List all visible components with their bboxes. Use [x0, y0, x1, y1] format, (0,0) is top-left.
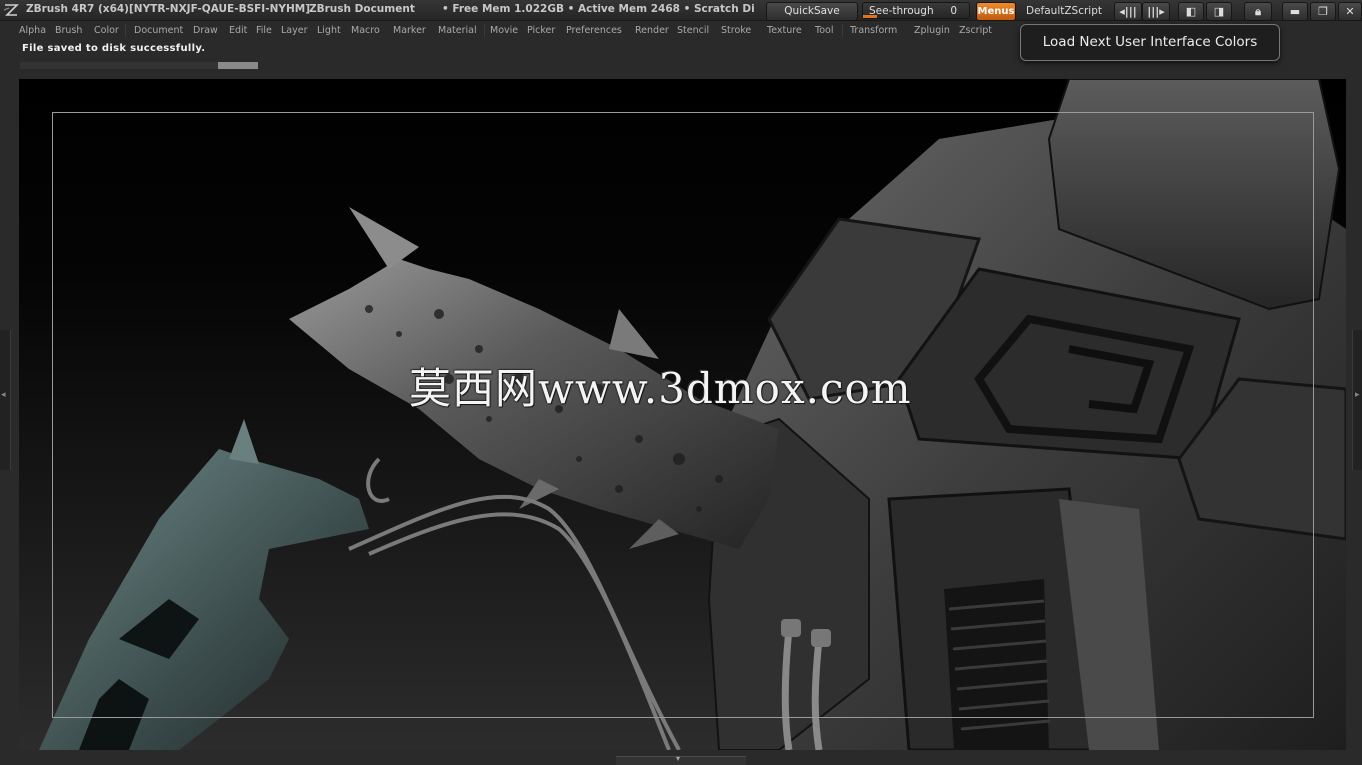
app-title: ZBrush 4R7 (x64)[NYTR-NXJF-QAUE-BSFI-NYH…: [26, 3, 310, 15]
layout-prev-icon[interactable]: ◧: [1178, 2, 1204, 21]
menu-draw[interactable]: Draw: [193, 21, 218, 39]
memory-info: • Free Mem 1.022GB • Active Mem 2468 • S…: [442, 3, 755, 15]
see-through-label: See-through: [869, 5, 934, 17]
zbrush-logo-icon: [3, 4, 19, 16]
right-tray-handle[interactable]: ▸: [1352, 330, 1362, 470]
see-through-value: 0: [950, 5, 957, 17]
default-zscript-button[interactable]: DefaultZScript: [1017, 2, 1111, 21]
menu-layer[interactable]: Layer: [281, 21, 308, 39]
lock-icon[interactable]: 🔒︎: [1244, 2, 1272, 21]
menu-edit[interactable]: Edit: [229, 21, 247, 39]
tray-arrow-left-icon: ◂: [1, 390, 6, 400]
tray-arrow-right-icon: ▸: [1355, 390, 1360, 400]
menu-brush[interactable]: Brush: [55, 21, 82, 39]
menu-preferences[interactable]: Preferences: [566, 21, 622, 39]
close-icon[interactable]: ✕: [1338, 2, 1362, 21]
menu-color[interactable]: Color: [94, 21, 119, 39]
document-title: ZBrush Document: [309, 3, 415, 15]
see-through-slider[interactable]: See-through 0: [862, 2, 970, 19]
see-through-slider-knob[interactable]: [863, 15, 877, 18]
tray-arrow-down-icon: ▾: [676, 754, 681, 763]
watermark-text: 莫西网www.3dmox.com: [409, 364, 912, 413]
menu-macro[interactable]: Macro: [351, 21, 380, 39]
menu-material[interactable]: Material: [438, 21, 477, 39]
menu-zscript[interactable]: Zscript: [959, 21, 992, 39]
menu-texture[interactable]: Texture: [767, 21, 802, 39]
menu-file[interactable]: File: [256, 21, 272, 39]
menu-tool[interactable]: Tool: [815, 21, 833, 39]
left-tray-handle[interactable]: ◂: [0, 330, 11, 470]
menu-stroke[interactable]: Stroke: [721, 21, 751, 39]
menu-separator: [484, 24, 485, 37]
menu-picker[interactable]: Picker: [527, 21, 555, 39]
title-bar: ZBrush 4R7 (x64)[NYTR-NXJF-QAUE-BSFI-NYH…: [0, 0, 1362, 21]
menu-transform[interactable]: Transform: [850, 21, 897, 39]
menu-stencil[interactable]: Stencil: [677, 21, 709, 39]
document-canvas[interactable]: 莫西网www.3dmox.com: [19, 79, 1346, 750]
tooltip: Load Next User Interface Colors: [1020, 24, 1280, 61]
menu-zplugin[interactable]: Zplugin: [914, 21, 950, 39]
minimize-icon[interactable]: ▬: [1282, 2, 1308, 21]
menu-render[interactable]: Render: [635, 21, 669, 39]
menu-light[interactable]: Light: [317, 21, 341, 39]
menu-marker[interactable]: Marker: [393, 21, 426, 39]
menu-bar: Alpha Brush Color Document Draw Edit Fil…: [0, 21, 1000, 41]
status-message: File saved to disk successfully.: [22, 43, 206, 54]
menu-document[interactable]: Document: [134, 21, 183, 39]
layout-next-icon[interactable]: ◨: [1206, 2, 1232, 21]
progress-bar-fill: [218, 62, 258, 69]
restore-icon[interactable]: ❐: [1310, 2, 1336, 21]
menu-alpha[interactable]: Alpha: [19, 21, 46, 39]
menu-separator: [125, 24, 126, 37]
quicksave-button[interactable]: QuickSave: [766, 2, 858, 21]
ui-color-prev-icon[interactable]: ◂|||: [1114, 2, 1142, 21]
menus-toggle-button[interactable]: Menus: [976, 2, 1016, 21]
menu-separator: [842, 24, 843, 37]
ui-color-next-icon[interactable]: |||▸: [1142, 2, 1170, 21]
menu-movie[interactable]: Movie: [490, 21, 518, 39]
